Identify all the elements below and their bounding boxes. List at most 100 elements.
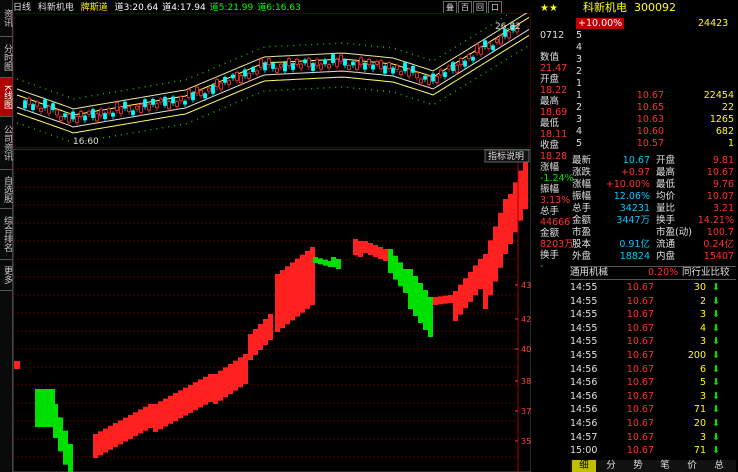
stat-value: 0.24亿 <box>703 239 734 250</box>
tick-time: 14:56 <box>570 377 598 389</box>
candle-body <box>407 68 411 77</box>
candle-body <box>227 80 231 86</box>
indicator-block <box>300 254 305 313</box>
candle-body <box>363 62 367 70</box>
tab-watchlist[interactable]: 自选股 <box>0 170 12 209</box>
candle-body <box>343 59 347 66</box>
candle-body <box>279 63 283 68</box>
down-arrow-icon: ⬇ <box>712 282 720 293</box>
bottom-tab[interactable]: 势 <box>626 460 650 472</box>
candle-body <box>123 101 127 109</box>
indicator-block <box>148 404 153 428</box>
quote-stock-code: 300092 <box>634 1 676 14</box>
bottom-tab[interactable]: 细 <box>572 460 596 472</box>
candle-body <box>395 64 399 70</box>
industry-compare[interactable]: 同行业比较 <box>682 267 730 279</box>
tick-volume: 3 <box>699 390 706 402</box>
down-arrow-icon: ⬇ <box>712 336 720 348</box>
tab-news[interactable]: 资讯 <box>0 0 12 37</box>
industry-name[interactable]: 通用机械 <box>570 267 608 278</box>
tick-time: 14:55 <box>570 350 598 361</box>
book-price: 10.65 <box>636 102 664 113</box>
candle-body <box>339 54 343 62</box>
candle-body <box>203 93 207 99</box>
indicator-block <box>123 417 128 442</box>
book-level: 3 <box>576 114 583 125</box>
down-arrow-icon: ⬇ <box>712 322 720 334</box>
candle-body <box>331 54 335 63</box>
indicator-name: 牌斯道 <box>80 3 108 13</box>
stat-label: 外盘 <box>572 251 592 262</box>
indicator-block <box>268 314 273 340</box>
indicator-block <box>238 357 243 388</box>
candle-body <box>47 105 51 114</box>
candle-body <box>111 112 115 117</box>
indicator-value: 道6:16.63 <box>257 3 301 13</box>
tick-volume: 6 <box>699 363 706 375</box>
indicator-block <box>285 266 290 325</box>
bottom-tab[interactable]: 笔 <box>653 460 677 472</box>
tick-volume: 71 <box>693 404 706 416</box>
stock-name: 科新机电 <box>37 3 74 13</box>
stat-label: 开盘 <box>656 155 676 166</box>
indicator-value: 道3:20.64 <box>114 3 159 13</box>
tick-time: 14:55 <box>570 309 598 321</box>
indicator-block <box>128 414 133 439</box>
tick-price: 10.67 <box>626 363 654 375</box>
book-level: 2 <box>576 102 583 113</box>
candle-body <box>207 87 211 92</box>
candle-body <box>83 115 87 121</box>
high-label: 26.82 <box>495 22 521 32</box>
candle-body <box>403 62 407 72</box>
indicator-block <box>178 390 183 419</box>
indicator-block <box>310 247 315 305</box>
indicator-block <box>523 159 528 209</box>
candle-body <box>399 71 403 75</box>
quote-badge-row: +10.00% 24423 <box>576 18 736 30</box>
quote-row: 14:55 10.67 3 ⬇ <box>570 309 736 321</box>
star-icon[interactable]: ★★ <box>540 3 558 14</box>
indicator-block <box>253 329 258 355</box>
tick-volume: 4 <box>699 322 706 334</box>
tab-more[interactable]: 更多 <box>0 260 12 291</box>
indicator-block <box>295 258 300 317</box>
candle-body <box>23 100 27 109</box>
indicator-block <box>243 354 248 384</box>
indicator-block <box>103 428 108 453</box>
quote-row: 14:56 10.67 5 ⬇ <box>570 377 736 389</box>
candle-body <box>323 59 327 65</box>
bottom-tab[interactable]: 分 <box>599 460 623 472</box>
tick-volume: 3 <box>699 336 706 348</box>
candle-body <box>171 96 175 104</box>
candle-body <box>483 40 487 48</box>
price-chart[interactable]: 26.82 16.60 <box>13 13 531 148</box>
tab-intraday[interactable]: 分时图 <box>0 37 12 78</box>
tab-company-news[interactable]: 公司资讯 <box>0 117 12 170</box>
stat-value: 14.21% <box>697 215 734 226</box>
candle-body <box>335 58 339 67</box>
quote-row: 3 10.63 1265 <box>576 114 736 126</box>
tab-kline[interactable]: K线图 <box>0 78 12 117</box>
candle-body <box>459 58 463 66</box>
candle-body <box>215 79 219 88</box>
indicator-block <box>393 255 398 280</box>
bottom-tab[interactable]: 总 <box>707 460 731 472</box>
indicator-chart[interactable]: 43.82 42.15 40.43 38.76 37.04 35.37 指标说明 <box>13 149 531 472</box>
indicator-block <box>163 398 168 427</box>
bottom-tab[interactable]: 价 <box>680 460 704 472</box>
stat-label: 流通 <box>656 239 676 250</box>
candle-body <box>419 78 423 84</box>
tick-volume: 71 <box>693 445 706 457</box>
indicator-block <box>513 182 518 233</box>
low-label: 16.60 <box>73 137 99 147</box>
tab-ranking[interactable]: 综合排名 <box>0 209 12 260</box>
candle-body <box>499 35 503 45</box>
indicator-block <box>40 389 45 427</box>
indicator-help-button[interactable]: 指标说明 <box>488 150 524 162</box>
quote-row: 金额 3447万 换手 14.21% <box>572 215 736 227</box>
quote-row: 总手 34231 量比 3.21 <box>572 203 736 215</box>
stat-value: 9.81 <box>712 155 734 166</box>
indicator-block <box>113 423 118 448</box>
indicator-block <box>403 269 408 293</box>
candle-body <box>175 100 179 107</box>
